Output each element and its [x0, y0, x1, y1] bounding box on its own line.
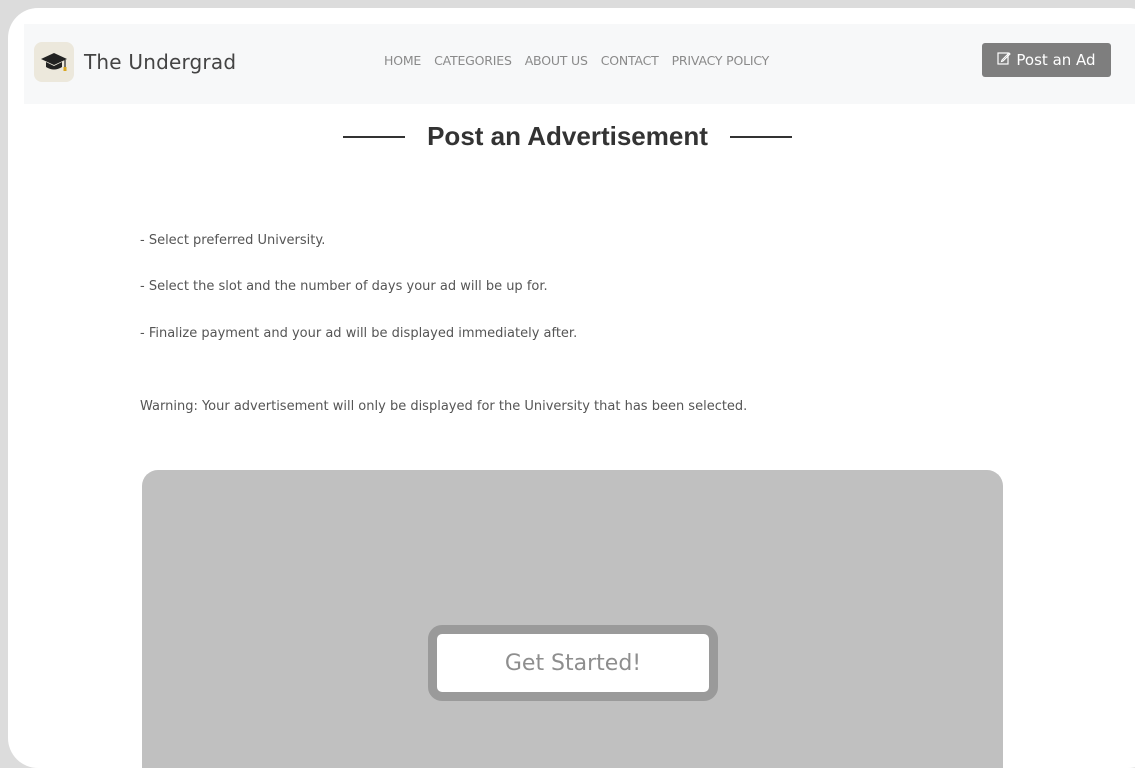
warning-text: Warning: Your advertisement will only be…: [140, 399, 748, 414]
post-an-ad-label: Post an Ad: [1016, 51, 1096, 69]
nav-about-us[interactable]: ABOUT US: [525, 53, 588, 68]
title-divider-left: [343, 135, 406, 138]
nav-contact[interactable]: CONTACT: [601, 53, 659, 68]
ad-card: Get Started!: [142, 470, 1003, 768]
edit-icon: [997, 51, 1012, 69]
main-nav: HOME CATEGORIES ABOUT US CONTACT PRIVACY…: [384, 24, 769, 96]
page-title-row: Post an Advertisement: [8, 121, 1135, 152]
get-started-button[interactable]: Get Started!: [428, 625, 718, 701]
nav-home[interactable]: HOME: [384, 53, 421, 68]
nav-privacy-policy[interactable]: PRIVACY POLICY: [672, 53, 770, 68]
brand[interactable]: The Undergrad: [34, 42, 236, 82]
instruction-item: - Select the slot and the number of days…: [140, 279, 548, 294]
instruction-item: - Select preferred University.: [140, 233, 326, 248]
title-divider-right: [729, 135, 792, 138]
page-title: Post an Advertisement: [427, 121, 708, 151]
top-navbar: The Undergrad HOME CATEGORIES ABOUT US C…: [24, 24, 1135, 104]
nav-categories[interactable]: CATEGORIES: [434, 53, 512, 68]
post-an-ad-button[interactable]: Post an Ad: [982, 43, 1111, 77]
brand-name: The Undergrad: [84, 50, 237, 74]
graduation-cap-icon: [34, 42, 74, 82]
browser-viewport: The Undergrad HOME CATEGORIES ABOUT US C…: [8, 8, 1135, 768]
instruction-item: - Finalize payment and your ad will be d…: [140, 326, 578, 341]
